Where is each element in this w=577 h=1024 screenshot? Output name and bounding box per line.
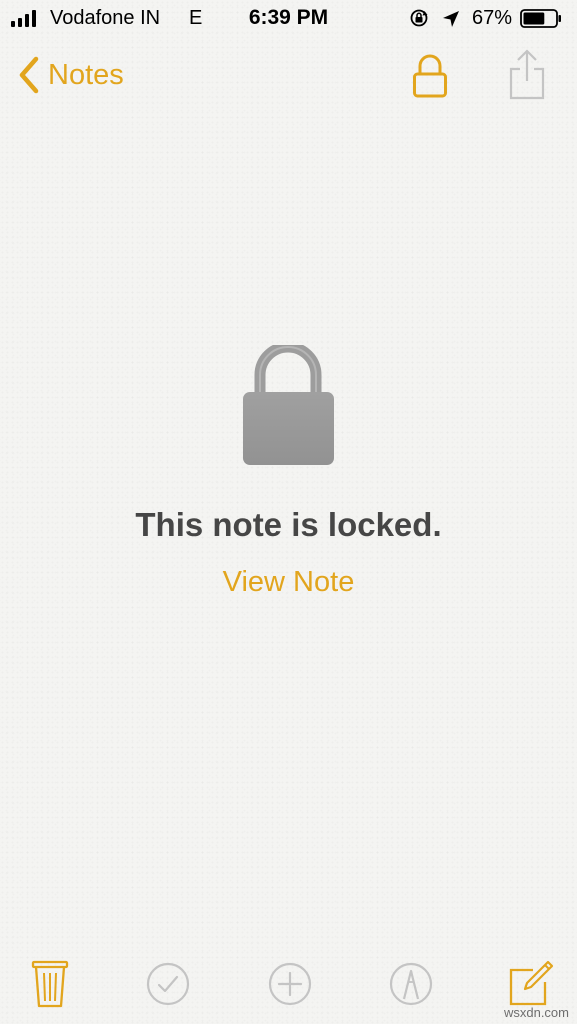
back-button[interactable]: Notes (16, 52, 124, 98)
trash-icon[interactable] (24, 958, 76, 1010)
battery-icon (520, 9, 561, 28)
checklist-icon[interactable] (142, 958, 194, 1010)
padlock-icon (243, 345, 334, 465)
locked-note-title: This note is locked. (135, 506, 442, 543)
location-icon (443, 11, 459, 27)
orientation-lock-icon (410, 9, 428, 27)
share-icon[interactable] (503, 47, 551, 101)
back-button-label: Notes (48, 58, 124, 91)
status-bar: Vodafone IN E 6:39 PM 67% (0, 0, 577, 38)
compose-icon[interactable] (503, 958, 555, 1010)
lock-icon[interactable] (408, 52, 452, 100)
watermark: wsxdn.com (503, 1005, 569, 1020)
battery-percentage: 67% (472, 7, 513, 29)
view-note-button[interactable]: View Note (223, 566, 355, 598)
add-icon[interactable] (264, 958, 316, 1010)
sketch-icon[interactable] (385, 958, 437, 1010)
chevron-left-icon (19, 56, 39, 94)
